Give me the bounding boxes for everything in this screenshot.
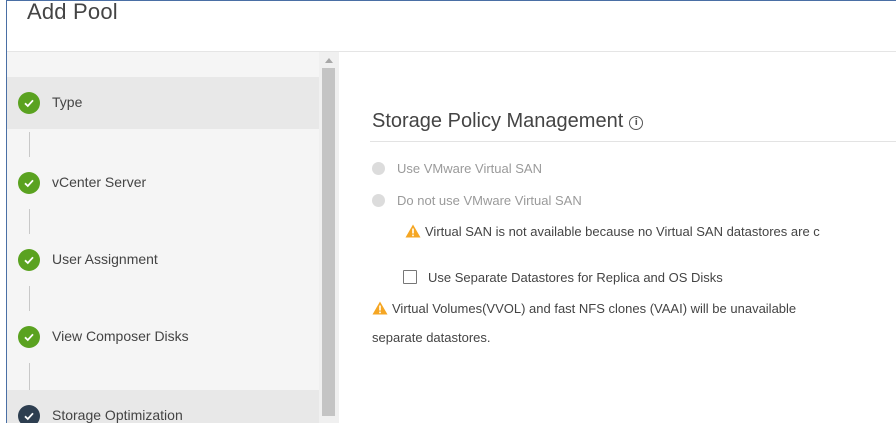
info-icon[interactable]: i [629,116,644,130]
radio-use-vsan[interactable]: Use VMware Virtual SAN [372,161,542,176]
step-type[interactable]: Type [7,77,319,129]
dialog-title: Add Pool [27,0,118,24]
wizard-sidebar: Type vCenter Server User Assignment View… [7,52,319,423]
check-icon [18,249,40,271]
check-icon [18,92,40,114]
step-view-composer-disks[interactable]: View Composer Disks [7,311,319,363]
checkbox-label: Use Separate Datastores for Replica and … [428,270,723,285]
radio-no-vsan[interactable]: Do not use VMware Virtual SAN [372,193,582,208]
step-label: View Composer Disks [52,328,189,344]
section-divider [370,141,896,142]
check-icon [18,172,40,194]
step-label: User Assignment [52,251,158,267]
radio-button[interactable] [372,162,385,175]
main-content: Storage Policy Management i Use VMware Vi… [339,52,896,423]
step-label: vCenter Server [52,174,147,190]
step-connector [29,132,30,157]
step-storage-optimization[interactable]: Storage Optimization [7,390,319,423]
vvol-warning-continued: separate datastores. [372,330,491,345]
radio-button[interactable] [372,194,385,207]
step-label: Storage Optimization [52,407,183,423]
step-connector [29,209,30,234]
add-pool-dialog: Add Pool Type vCenter Server User Assign… [6,0,896,423]
radio-label: Use VMware Virtual SAN [397,161,542,176]
step-vcenter-server[interactable]: vCenter Server [7,157,319,209]
step-label: Type [52,94,83,110]
sidebar-scrollbar[interactable] [319,52,339,423]
check-icon [18,326,40,348]
step-user-assignment[interactable]: User Assignment [7,234,319,286]
vvol-warning: Virtual Volumes(VVOL) and fast NFS clone… [372,301,796,316]
scroll-up-icon[interactable] [325,58,333,63]
warning-icon [405,224,421,238]
checkbox[interactable] [403,270,417,284]
vsan-warning: Virtual SAN is not available because no … [405,224,820,239]
warning-text: Virtual SAN is not available because no … [425,224,820,239]
warning-icon [372,301,388,315]
scrollbar-thumb[interactable] [322,68,335,416]
step-connector [29,363,30,390]
section-title-text: Storage Policy Management [372,110,624,132]
radio-label: Do not use VMware Virtual SAN [397,193,582,208]
check-icon [18,405,40,423]
separate-datastores-checkbox[interactable]: Use Separate Datastores for Replica and … [403,270,723,285]
section-title: Storage Policy Management i [372,110,644,133]
warning-text: Virtual Volumes(VVOL) and fast NFS clone… [392,301,797,316]
step-connector [29,286,30,311]
